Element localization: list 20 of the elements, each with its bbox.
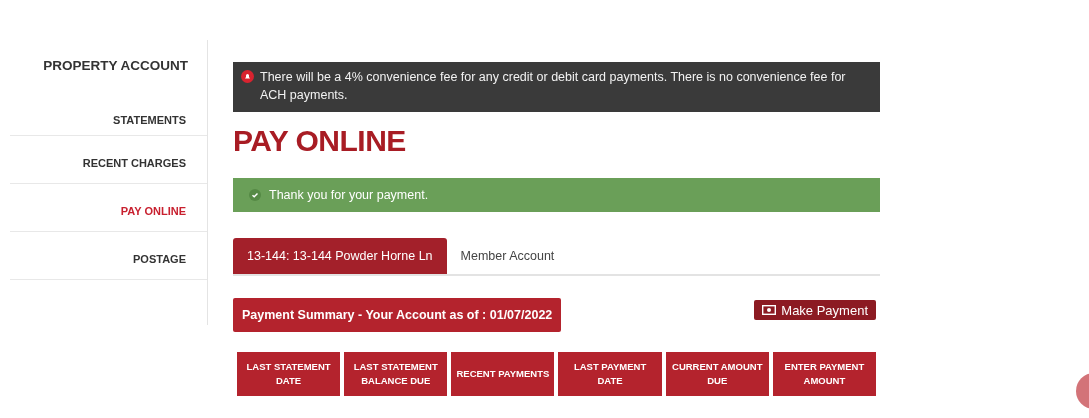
column-header: RECENT PAYMENTS <box>451 352 555 396</box>
column-header: LAST STATEMENT DATE <box>237 352 341 396</box>
check-icon <box>249 189 261 201</box>
cash-icon <box>762 305 777 315</box>
success-text: Thank you for your payment. <box>269 188 429 202</box>
summary-title: Payment Summary - Your Account as of : 01/07/2022 <box>233 298 562 332</box>
make-payment-button[interactable]: Make Payment <box>754 300 876 320</box>
sidebar-item[interactable]: STATEMENTS <box>10 88 207 136</box>
notice-text: There will be a 4% convenience fee for any credit or debit card payments. There is no convenience fee for ACH payments. <box>260 69 847 104</box>
sidebar-item[interactable]: PAY ONLINE <box>10 184 207 232</box>
column-header: LAST STATEMENT BALANCE DUE <box>344 352 448 396</box>
alert-icon <box>241 70 254 83</box>
column-header: ENTER PAYMENT AMOUNT <box>772 352 876 396</box>
sidebar-heading: PROPERTY ACCOUNT <box>42 57 189 75</box>
column-header: LAST PAYMENT DATE <box>558 352 662 396</box>
account-tab[interactable]: 13-144: 13-144 Powder Horne Ln <box>233 238 447 274</box>
column-header: CURRENT AMOUNT DUE <box>665 352 769 396</box>
page-title: PAY ONLINE <box>233 124 407 158</box>
sidebar-item[interactable]: POSTAGE <box>10 232 207 280</box>
sidebar-item[interactable]: RECENT CHARGES <box>10 136 207 184</box>
